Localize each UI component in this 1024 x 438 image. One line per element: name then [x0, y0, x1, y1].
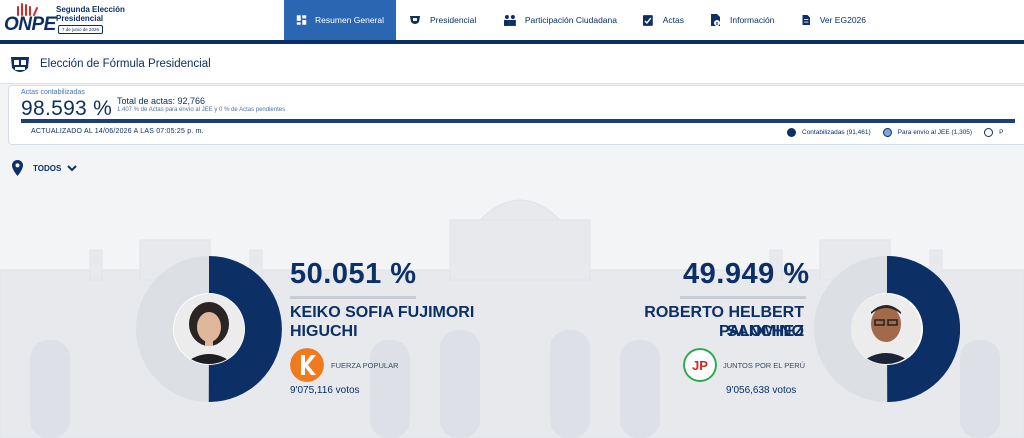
document-icon — [802, 14, 811, 26]
legend-dot — [984, 128, 994, 137]
juntos-por-el-peru-logo-icon: JP — [683, 348, 717, 382]
nav-presidencial[interactable]: Presidencial — [396, 0, 491, 40]
candidate-1-votes: 9'075,116 votos — [290, 385, 360, 396]
location-filter[interactable]: TODOS — [12, 160, 78, 176]
actas-label: Actas contabilizadas — [21, 89, 85, 96]
candidate-1-party: FUERZA POPULAR — [331, 361, 399, 370]
candidate-1-name-line2: HIGUCHI — [290, 323, 358, 340]
actas-percentage: 98.593 % — [21, 97, 113, 120]
top-navigation-bar: ONPE Segunda Elección Presidencial 7 de … — [0, 0, 1024, 40]
location-pin-icon — [12, 160, 23, 176]
legend-dot — [787, 128, 796, 137]
actas-progress-bar — [21, 119, 1015, 123]
dashboard-icon — [296, 15, 307, 25]
legend-pendientes: P — [984, 128, 1003, 137]
nav-label: Actas — [662, 15, 684, 25]
candidate-1-name-line1: KEIKO SOFIA FUJIMORI — [290, 304, 475, 321]
legend-jee: Para envío al JEE (1,305) — [882, 128, 973, 137]
legend-dot — [882, 128, 892, 137]
actas-summary-card: Actas contabilizadas 98.593 % Total de a… — [8, 85, 1024, 145]
candidate-2-votes: 9'056,638 votos — [726, 385, 797, 396]
filter-label: TODOS — [33, 163, 62, 173]
nav-label: Información — [730, 15, 775, 25]
person-silhouette-icon — [851, 294, 921, 364]
document-info-icon — [711, 14, 720, 26]
clipboard-check-icon — [642, 15, 653, 26]
candidate-2-percentage: 49.949 % — [683, 258, 810, 290]
nav-label: Participación Ciudadana — [524, 15, 617, 25]
candidate-2-photo — [851, 294, 921, 364]
legend-label: P — [999, 129, 1004, 136]
main-nav: Resumen General Presidencial Participaci… — [284, 0, 878, 40]
actas-breakdown: 1.407 % de Actas para envío al JEE y 0 %… — [117, 107, 286, 113]
candidate-2-divider — [680, 296, 806, 299]
legend-label: Para envío al JEE (1,305) — [897, 129, 973, 136]
nav-label: Presidencial — [430, 15, 477, 25]
nav-ver-eg2026[interactable]: Ver EG2026 — [788, 0, 878, 40]
peru-seal-icon — [11, 57, 29, 72]
page-title: Elección de Fórmula Presidencial — [40, 58, 211, 70]
legend-contabilizadas: Contabilizadas (91,461) — [787, 128, 871, 137]
seal-icon — [410, 16, 420, 24]
fuerza-popular-logo-icon — [290, 348, 324, 382]
candidate-2-name-line2: PALOMINO — [718, 323, 804, 340]
candidate-1-percentage: 50.051 % — [290, 258, 417, 290]
svg-text:JP: JP — [692, 358, 708, 373]
nav-participacion-ciudadana[interactable]: Participación Ciudadana — [491, 0, 629, 40]
chevron-down-icon — [67, 165, 78, 172]
logo-text: ONPE — [4, 14, 56, 35]
candidate-1-photo — [174, 294, 244, 364]
person-silhouette-icon — [174, 294, 244, 364]
onpe-logo[interactable]: ONPE Segunda Elección Presidencial 7 de … — [4, 3, 134, 38]
election-title: Segunda Elección Presidencial — [56, 5, 125, 23]
people-icon — [503, 15, 516, 26]
nav-label: Ver EG2026 — [819, 15, 866, 25]
election-date: 7 de junio de 2026 — [58, 25, 104, 34]
nav-informacion[interactable]: Información — [696, 0, 788, 40]
total-actas: Total de actas: 92,766 — [117, 96, 206, 106]
nav-resumen-general[interactable]: Resumen General — [284, 0, 396, 40]
updated-timestamp: ACTUALIZADO AL 14/06/2026 A LAS 07:05:25… — [31, 128, 204, 135]
nav-actas[interactable]: Actas — [629, 0, 696, 40]
page-header: Elección de Fórmula Presidencial — [0, 44, 1024, 84]
candidate-2-party: JUNTOS POR EL PERÚ — [723, 361, 806, 370]
legend-label: Contabilizadas (91,461) — [802, 129, 871, 136]
candidate-1-divider — [290, 296, 416, 299]
nav-label: Resumen General — [315, 15, 384, 25]
actas-legend: Contabilizadas (91,461) Para envío al JE… — [787, 128, 1015, 137]
